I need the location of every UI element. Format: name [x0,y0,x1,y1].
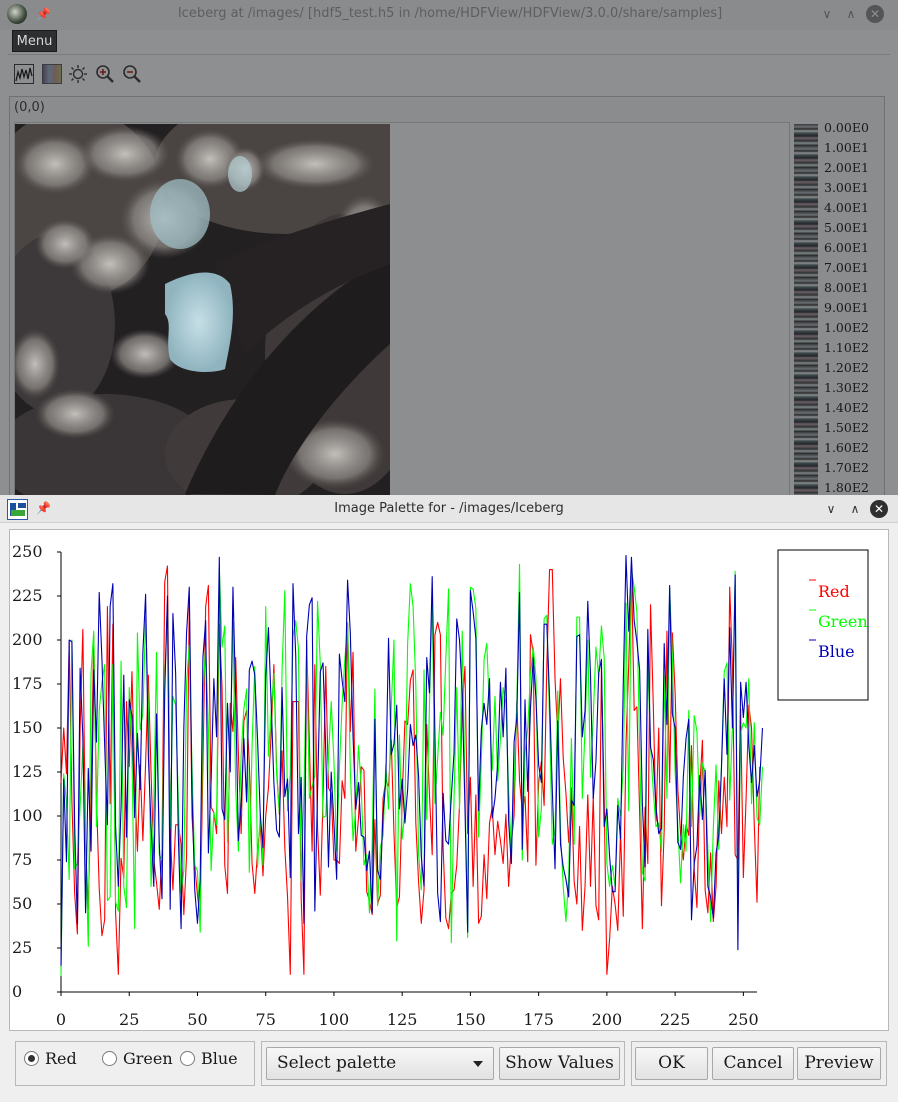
app-globe-icon[interactable] [7,4,27,24]
x-tick-label: 125 [387,1010,418,1029]
palette-value: 1.20E2 [824,360,869,375]
palette-value: 6.00E1 [824,240,869,255]
blue-radio[interactable]: Blue [180,1048,238,1068]
menu-tooltip: Menu [12,30,57,52]
green-radio-label: Green [123,1048,173,1068]
palette-value: 2.00E1 [824,160,869,175]
y-tick-label: 250 [12,542,43,561]
maximize-icon[interactable]: ∧ [846,500,864,518]
radio-selected-icon [24,1050,39,1066]
palette-value: 1.70E2 [824,460,869,475]
palette-value: 3.00E1 [824,180,869,195]
y-tick-label: 100 [12,806,43,825]
radio-icon [102,1050,117,1066]
select-palette-dropdown[interactable]: Select palette [266,1047,494,1080]
image-palette-dialog: 📌 Image Palette for - /images/Iceberg ∨ … [0,495,898,1102]
blue-radio-label: Blue [201,1048,238,1068]
x-tick-label: 0 [56,1010,66,1029]
minimize-icon[interactable]: ∨ [818,5,836,23]
dialog-title: Image Palette for - /images/Iceberg [334,501,564,516]
dialog-titlebar: 📌 Image Palette for - /images/Iceberg ∨ … [0,495,898,523]
x-tick-label: 50 [187,1010,207,1029]
y-tick-label: 200 [12,630,43,649]
palette-value: 1.00E1 [824,140,869,155]
close-icon[interactable]: ✕ [870,500,888,518]
window-title: Iceberg at /images/ [hdf5_test.h5 in /ho… [177,6,723,21]
y-tick-label: 75 [12,850,32,869]
palette-value: 9.00E1 [824,300,869,315]
select-palette-label: Select palette [277,1053,397,1073]
coordinate-readout: (0,0) [14,100,45,115]
zoom-out-icon[interactable] [122,64,142,84]
legend-label-red: Red [818,582,850,601]
palette-value: 8.00E1 [824,280,869,295]
menubar-divider [8,54,890,55]
palette-value: 1.60E2 [824,440,869,455]
y-tick-label: 175 [12,674,43,693]
hdf-logo-icon[interactable] [7,499,28,520]
y-tick-label: 25 [12,938,32,957]
cancel-button[interactable]: Cancel [712,1047,794,1080]
palette-line-chart: 0 25 50 75 100 125 150 175 200 225 250 0 25 50 75 100 12… [12,542,869,1029]
show-values-button[interactable]: Show Values [499,1047,620,1080]
x-tick-label: 75 [256,1010,276,1029]
radio-icon [180,1050,195,1066]
x-tick-label: 25 [119,1010,139,1029]
palette-chart-panel: 0 25 50 75 100 125 150 175 200 225 250 0 25 50 75 100 12… [9,529,889,1031]
legend-label-blue: Blue [818,642,855,661]
x-tick-label: 250 [728,1010,759,1029]
legend-label-green: Green [818,612,868,631]
palette-icon[interactable] [42,64,62,84]
preview-button[interactable]: Preview [797,1047,881,1080]
y-tick-label: 125 [12,762,43,781]
x-tick-label: 225 [660,1010,691,1029]
palette-value: 5.00E1 [824,220,869,235]
palette-value: 4.00E1 [824,200,869,215]
palette-value: 1.40E2 [824,400,869,415]
close-icon[interactable]: ✕ [866,5,884,23]
palette-value: 1.50E2 [824,420,869,435]
brightness-icon[interactable] [68,64,88,84]
palette-value-labels: 0.00E0 1.00E1 2.00E1 3.00E1 4.00E1 5.00E… [824,121,894,501]
green-radio[interactable]: Green [102,1048,173,1068]
pin-icon[interactable]: 📌 [36,7,51,21]
iceberg-satellite-image[interactable] [15,124,390,495]
palette-value: 0.00E0 [824,120,869,135]
x-tick-label: 150 [455,1010,486,1029]
minimize-icon[interactable]: ∨ [822,500,840,518]
palette-value: 1.00E2 [824,320,869,335]
y-tick-label: 50 [12,894,32,913]
zoom-in-icon[interactable] [95,64,115,84]
main-window: 📌 Iceberg at /images/ [hdf5_test.h5 in /… [0,0,898,496]
series-line-red [60,565,761,975]
palette-colorbar [794,124,818,495]
ok-button[interactable]: OK [635,1047,708,1080]
red-radio-label: Red [45,1048,77,1068]
main-titlebar: 📌 Iceberg at /images/ [hdf5_test.h5 in /… [0,0,898,30]
palette-value: 7.00E1 [824,260,869,275]
y-tick-label: 150 [12,718,43,737]
histogram-icon[interactable] [14,64,34,84]
palette-value: 1.30E2 [824,380,869,395]
maximize-icon[interactable]: ∧ [842,5,860,23]
pin-icon[interactable]: 📌 [36,501,51,515]
y-tick-label: 0 [12,982,22,1001]
dropdown-arrow-icon [473,1061,483,1067]
x-tick-label: 200 [592,1010,623,1029]
x-tick-label: 100 [319,1010,350,1029]
x-tick-label: 175 [523,1010,554,1029]
palette-value: 1.10E2 [824,340,869,355]
red-radio[interactable]: Red [24,1048,77,1068]
y-tick-label: 225 [12,586,43,605]
